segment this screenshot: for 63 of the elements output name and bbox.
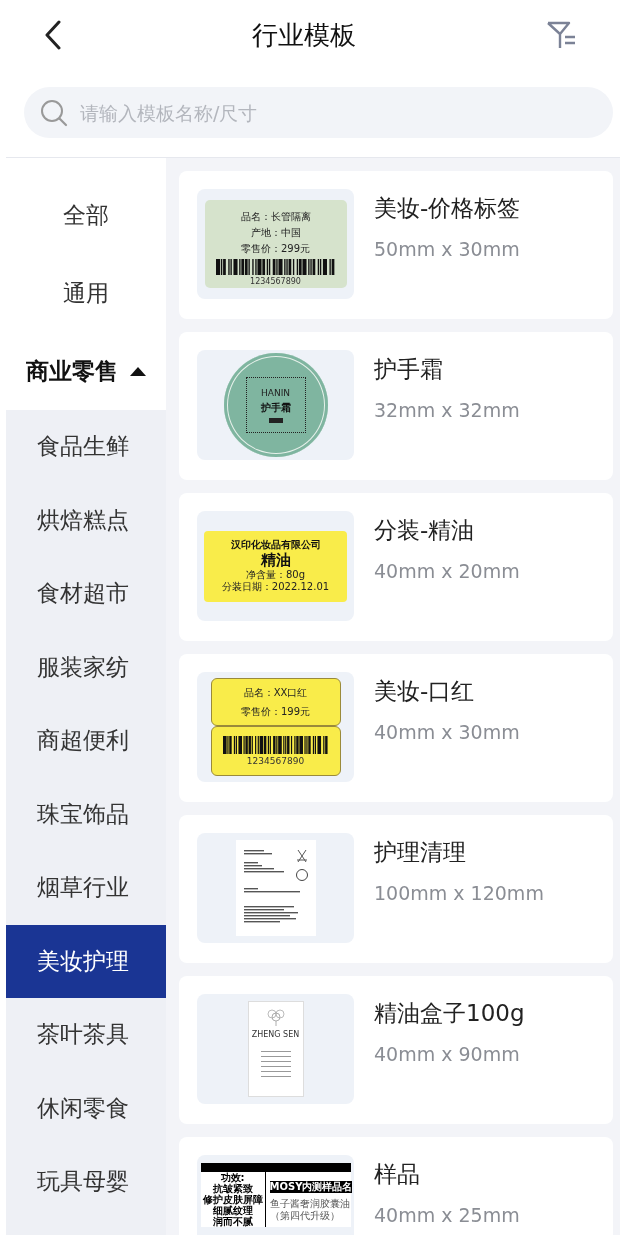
- template-size: 100mm x 120mm: [374, 882, 544, 904]
- label-text: 品名：长管隔离: [240, 211, 311, 223]
- flower-icon: [265, 1008, 286, 1026]
- search-input[interactable]: 请输入模板名称/尺寸: [78, 100, 597, 125]
- template-card[interactable]: 品名：长管隔离 产地：中国 零售价：299元 1234567890 美妆-价格标签 50mm x 30mm: [179, 171, 613, 319]
- template-card[interactable]: 品名：XX口红 零售价：199元 1234567890 美妆-口红 40mm x 30mm: [179, 654, 613, 802]
- template-size: 40mm x 25mm: [374, 1204, 520, 1226]
- template-name: 样品: [374, 1160, 421, 1188]
- label-text: 抗皱紧致: [212, 1183, 253, 1194]
- template-name: 美妆-口红: [374, 677, 476, 705]
- template-card[interactable]: 护理清理 100mm x 120mm: [179, 815, 613, 963]
- filter-button[interactable]: [546, 20, 578, 50]
- back-button[interactable]: [44, 20, 62, 50]
- label-text: 鱼子酱奢润胶囊油（第四代升级）: [269, 1198, 351, 1222]
- company-text: 汉印化妆品有限公司: [230, 539, 321, 551]
- template-size: 32mm x 32mm: [374, 399, 520, 421]
- template-name: 护理清理: [374, 838, 467, 866]
- template-size: 40mm x 30mm: [374, 721, 520, 743]
- label-text: 品名：XX口红: [243, 685, 308, 699]
- template-name: 分装-精油: [374, 516, 476, 544]
- template-card[interactable]: 汉印化妆品有限公司 精油 净含量：80g 分装日期：2022.12.01 分装-精油 40mm x 20mm: [179, 493, 613, 641]
- subcategory-item[interactable]: 珠宝饰品: [6, 777, 166, 851]
- label-text: 润而不腻: [212, 1216, 253, 1227]
- brand-text: HANIN: [260, 387, 290, 398]
- label-text: 修护皮肤屏障: [202, 1194, 263, 1205]
- label-text: 零售价：199元: [240, 705, 311, 719]
- template-name: 美妆-价格标签: [374, 194, 521, 222]
- subcategory-item[interactable]: 商超便利: [6, 704, 166, 778]
- label-text: 产地：中国: [250, 227, 301, 239]
- search-field[interactable]: 请输入模板名称/尺寸: [24, 87, 613, 138]
- label-text: 功效:: [220, 1172, 245, 1183]
- subcategory-item[interactable]: 休闲零食: [6, 1071, 166, 1145]
- subcategory-item[interactable]: 烟草行业: [6, 851, 166, 925]
- template-card[interactable]: ZHENG SEN 精油盒子100g 40mm x 90mm: [179, 976, 613, 1124]
- subcategory-item[interactable]: 服装家纺: [6, 630, 166, 704]
- template-size: 40mm x 90mm: [374, 1043, 521, 1065]
- template-size: 40mm x 20mm: [374, 560, 520, 582]
- product-text: MOSY内测样品名: [269, 1181, 353, 1193]
- barcode-number: 1234567890: [246, 756, 305, 766]
- subcategory-item[interactable]: 茶叶茶具: [6, 998, 166, 1072]
- barcode-number: 1234567890: [250, 277, 301, 286]
- category-item[interactable]: 通用: [6, 254, 166, 332]
- label-text: 细腻纹理: [212, 1205, 253, 1216]
- template-card[interactable]: HANIN 护手霜 护手霜 32mm x 32mm: [179, 332, 613, 480]
- product-text: 护手霜: [260, 401, 291, 414]
- tag-mark: [268, 417, 283, 423]
- subcategory-item[interactable]: 玩具母婴: [6, 1145, 166, 1219]
- category-item[interactable]: 商业零售: [6, 332, 166, 410]
- category-item[interactable]: 全部: [6, 176, 166, 254]
- label-text: 净含量：80g: [245, 569, 306, 581]
- brand-text: ZHENG SEN: [251, 1030, 300, 1039]
- subcategory-item[interactable]: 美妆护理: [6, 924, 166, 998]
- template-size: 50mm x 30mm: [374, 238, 521, 260]
- search-icon: [40, 98, 68, 127]
- subcategory-item[interactable]: 烘焙糕点: [6, 483, 166, 557]
- template-name: 精油盒子100g: [374, 999, 525, 1027]
- label-text: 零售价：299元: [240, 243, 311, 255]
- label-text: 分装日期：2022.12.01: [221, 581, 330, 593]
- product-text: 精油: [260, 551, 291, 569]
- page-title: 行业模板: [252, 18, 356, 52]
- subcategory-item[interactable]: 食品生鲜: [6, 410, 166, 484]
- subcategory-item[interactable]: 食材超市: [6, 557, 166, 631]
- template-name: 护手霜: [374, 355, 444, 383]
